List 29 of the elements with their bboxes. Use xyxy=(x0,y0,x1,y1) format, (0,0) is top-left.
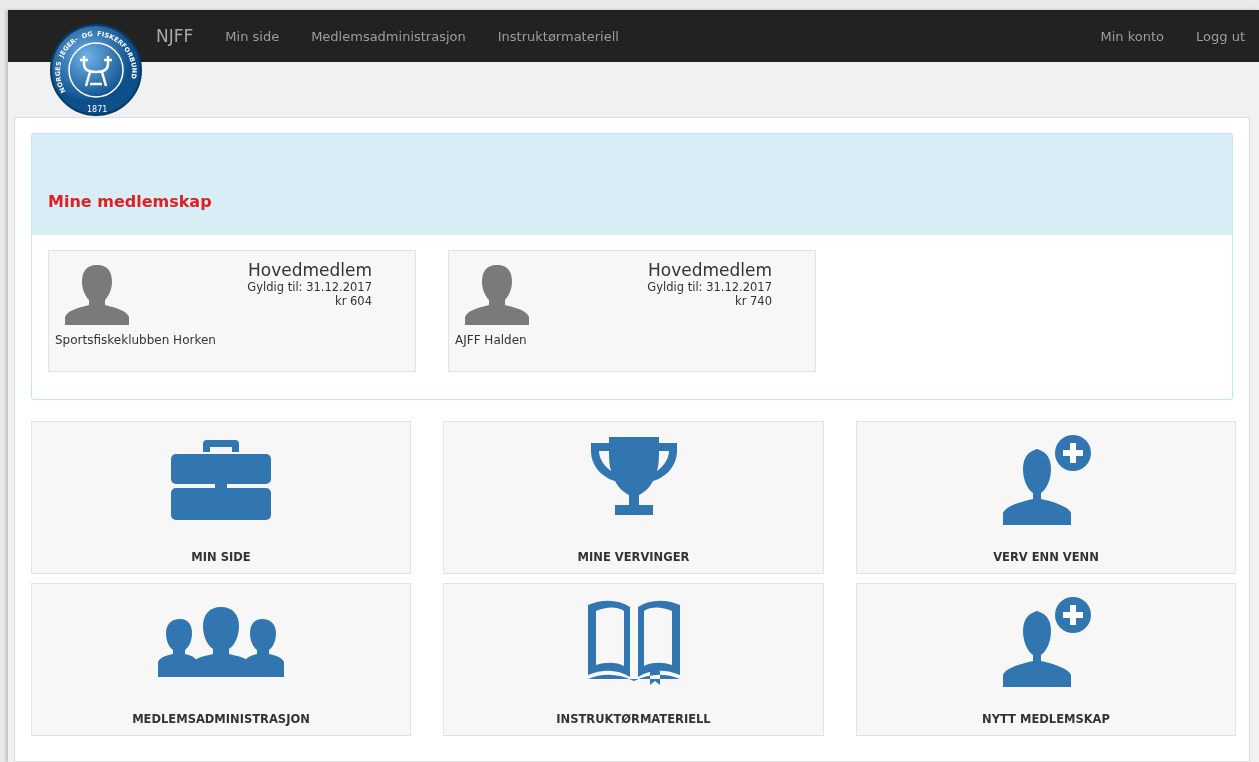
add-person-icon xyxy=(1001,597,1091,687)
membership-price: kr 740 xyxy=(735,294,772,308)
valid-until: Gyldig til: 31.12.2017 xyxy=(647,280,772,294)
nav-link[interactable]: Logg ut xyxy=(1180,28,1259,44)
logo-year: 1871 xyxy=(87,105,108,114)
menu-tile[interactable]: MINE VERVINGER xyxy=(443,421,824,574)
membership-type: Hovedmedlem xyxy=(647,260,772,280)
book-icon xyxy=(587,599,680,685)
nav-link[interactable]: Instruktørmateriell xyxy=(481,28,635,44)
menu-tile[interactable]: MEDLEMSADMINISTRASJON xyxy=(31,583,411,736)
membership-type: Hovedmedlem xyxy=(247,260,372,280)
section-title: Mine medlemskap xyxy=(48,192,212,211)
menu-tile[interactable]: VERV ENN VENN xyxy=(856,421,1236,574)
nav-link[interactable]: Medlemsadministrasjon xyxy=(295,28,482,44)
briefcase-icon xyxy=(171,440,271,520)
menu-tile[interactable]: MIN SIDE xyxy=(31,421,411,574)
nav-link[interactable]: Min side xyxy=(209,28,296,44)
add-person-icon xyxy=(1001,435,1091,525)
avatar-icon xyxy=(65,265,129,325)
menu-tile[interactable]: INSTRUKTØRMATERIELL xyxy=(443,583,824,736)
club-name: AJFF Halden xyxy=(455,333,527,347)
membership-price: kr 604 xyxy=(335,294,372,308)
club-name: Sportsfiskeklubben Horken xyxy=(55,333,216,347)
valid-until: Gyldig til: 31.12.2017 xyxy=(247,280,372,294)
nav-link[interactable]: Min konto xyxy=(1084,28,1181,44)
avatar-icon xyxy=(465,265,529,325)
group-icon xyxy=(158,607,284,677)
menu-tile[interactable]: NYTT MEDLEMSKAP xyxy=(856,583,1236,736)
brand-link[interactable]: NJFF xyxy=(156,26,210,46)
